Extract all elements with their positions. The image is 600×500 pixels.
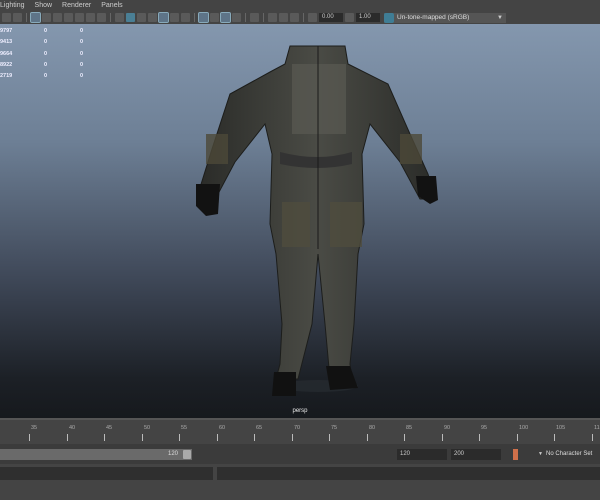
timeline-tick-label: 55 [181, 425, 188, 431]
divider [263, 13, 264, 22]
timeline-tick [479, 434, 480, 441]
timeline-tick [142, 434, 143, 441]
timeline-tick [367, 434, 368, 441]
smooth-shade-icon[interactable] [126, 13, 135, 22]
field-chart-icon[interactable] [64, 13, 73, 22]
timeline-tick-label: 70 [294, 425, 301, 431]
timeline-tick-label: 50 [144, 425, 151, 431]
timeline-tick [592, 434, 593, 441]
menu-lighting[interactable]: Lighting [0, 0, 25, 11]
divider [110, 13, 111, 22]
chevron-down-icon[interactable]: ▼ [538, 449, 543, 460]
exposure-icon[interactable] [308, 13, 317, 22]
grid-icon[interactable] [97, 13, 106, 22]
timeline-tick [292, 434, 293, 441]
timeline-tick-label: 110 [594, 425, 600, 431]
color-management-label: Un-tone-mapped (sRGB) [397, 14, 470, 21]
wireframe-on-shaded-icon[interactable] [148, 13, 157, 22]
timeline-tick-label: 100 [519, 425, 529, 431]
gamma-field[interactable]: 1.00 [356, 13, 380, 22]
lights-icon[interactable] [170, 13, 179, 22]
timeline-tick [404, 434, 405, 441]
wireframe-icon[interactable] [115, 13, 124, 22]
timeline-tick-label: 95 [481, 425, 488, 431]
pencil-icon[interactable] [13, 13, 22, 22]
isolate-select-icon[interactable] [250, 13, 259, 22]
range-slider-bar: 120 120 200 ▼ No Character Set [0, 444, 600, 464]
divider [26, 13, 27, 22]
menu-renderer[interactable]: Renderer [62, 0, 91, 11]
timeline-tick [29, 434, 30, 441]
panel-menu-bar: Lighting Show Renderer Panels [0, 0, 600, 11]
select-camera-icon[interactable] [2, 13, 11, 22]
shadows-icon[interactable] [181, 13, 190, 22]
timeline-tick-label: 65 [256, 425, 263, 431]
timeline-tick [554, 434, 555, 441]
range-slider-end-value: 120 [167, 451, 178, 457]
timeline-tick [254, 434, 255, 441]
color-management-icon [384, 12, 394, 23]
character-set-selector[interactable]: No Character Set [546, 449, 592, 460]
timeline-tick [104, 434, 105, 441]
ambient-occlusion-icon[interactable] [198, 12, 209, 23]
command-line-area [0, 464, 600, 500]
camera-label: persp [292, 408, 308, 414]
timeline-tick-label: 80 [369, 425, 376, 431]
depth-of-field-icon[interactable] [232, 13, 241, 22]
timeline-tick-label: 60 [219, 425, 226, 431]
range-slider-handle[interactable] [183, 450, 191, 459]
timeline-tick-label: 105 [556, 425, 566, 431]
chevron-down-icon: ▼ [497, 14, 503, 21]
resolution-gate-icon[interactable] [42, 13, 51, 22]
time-slider[interactable]: 35 40 45 50 55 60 65 70 75 80 85 90 95 100 105 110 [0, 418, 600, 444]
flight-suit-model[interactable] [0, 24, 600, 418]
divider [194, 13, 195, 22]
default-material-icon[interactable] [137, 13, 146, 22]
timeline-tick [217, 434, 218, 441]
gamma-icon[interactable] [345, 13, 354, 22]
timeline-tick [517, 434, 518, 441]
timeline-tick [179, 434, 180, 441]
timeline-tick [67, 434, 68, 441]
film-gate-icon[interactable] [30, 12, 41, 23]
menu-panels[interactable]: Panels [101, 0, 122, 11]
timeline-tick [442, 434, 443, 441]
textured-icon[interactable] [158, 12, 169, 23]
timeline-tick-label: 35 [31, 425, 38, 431]
perspective-viewport[interactable]: 9797 0 0 9413 0 0 9664 0 0 8922 0 0 2719 0 0 persp [0, 24, 600, 418]
playback-end-field[interactable]: 120 [397, 449, 447, 460]
safe-title-icon[interactable] [86, 13, 95, 22]
auto-key-icon[interactable] [513, 449, 518, 460]
color-management-dropdown[interactable]: Un-tone-mapped (sRGB) ▼ [384, 12, 506, 23]
safe-action-icon[interactable] [75, 13, 84, 22]
timeline-tick-label: 85 [406, 425, 413, 431]
divider [303, 13, 304, 22]
exposure-field[interactable]: 0.00 [319, 13, 343, 22]
command-input[interactable] [0, 467, 213, 480]
range-slider[interactable]: 120 [0, 449, 192, 460]
backface-icon[interactable] [290, 13, 299, 22]
divider [245, 13, 246, 22]
panel-toolbar: 0.00 1.00 Un-tone-mapped (sRGB) ▼ [0, 11, 600, 24]
xray-icon[interactable] [268, 13, 277, 22]
motion-blur-icon[interactable] [210, 13, 219, 22]
timeline-tick-label: 75 [331, 425, 338, 431]
menu-show[interactable]: Show [35, 0, 53, 11]
xray-joints-icon[interactable] [279, 13, 288, 22]
anti-aliasing-icon[interactable] [220, 12, 231, 23]
animation-end-field[interactable]: 200 [451, 449, 501, 460]
timeline-tick-label: 40 [69, 425, 76, 431]
timeline-tick [329, 434, 330, 441]
timeline-tick-label: 45 [106, 425, 113, 431]
timeline-tick-label: 90 [444, 425, 451, 431]
gate-mask-icon[interactable] [53, 13, 62, 22]
command-result-field [217, 467, 600, 480]
